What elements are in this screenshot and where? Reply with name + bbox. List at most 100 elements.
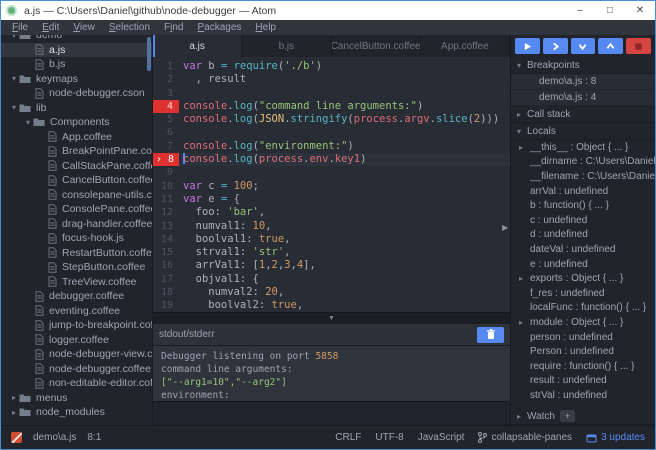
code-line[interactable]: 10 var c = 100; [153, 180, 510, 193]
code-line[interactable]: 17 objval1: { [153, 273, 510, 286]
add-watch-button[interactable]: + [559, 410, 575, 422]
code-line[interactable]: 14 boolval1: true, [153, 233, 510, 246]
code-line[interactable]: 15 strval1: 'str', [153, 246, 510, 259]
local-variable[interactable]: Person : undefined [511, 344, 655, 359]
menu-find[interactable]: Find [157, 22, 190, 33]
local-variable[interactable]: c : undefined [511, 213, 655, 228]
local-variable[interactable]: b : function() { ... } [511, 198, 655, 213]
tab-app-coffee[interactable]: App.coffee [420, 35, 510, 57]
local-variable[interactable]: ▸ exports : Object { ... } [511, 271, 655, 286]
tree-item[interactable]: b.js [1, 57, 152, 72]
clear-output-button[interactable] [477, 326, 504, 343]
tree-item[interactable]: logger.coffee [1, 333, 152, 348]
chevron-right-icon[interactable]: ▸ [519, 274, 529, 283]
tree-item[interactable]: StepButton.coffee [1, 260, 152, 275]
code-line[interactable]: 2 , result [153, 73, 510, 86]
step-out-button[interactable] [598, 38, 624, 54]
tree-item[interactable]: node-debugger-view.coffee [1, 347, 152, 362]
tree-item[interactable]: node-debugger.cson [1, 86, 152, 101]
menu-view[interactable]: View [66, 22, 102, 33]
local-variable[interactable]: d : undefined [511, 228, 655, 243]
local-variable[interactable]: arrVal : undefined [511, 184, 655, 199]
tree-item[interactable]: debugger.coffee [1, 289, 152, 304]
code-line[interactable]: 6 [153, 126, 510, 139]
code-line[interactable]: 5 console.log(JSON.stringify(process.argv… [153, 113, 510, 126]
debugger-status-icon[interactable] [11, 432, 22, 443]
maximize-button[interactable]: □ [595, 1, 625, 20]
breakpoint-item[interactable]: demo\a.js : 8 [511, 74, 655, 90]
menu-selection[interactable]: Selection [102, 22, 157, 33]
tree-item[interactable]: drag-handler.coffee [1, 217, 152, 232]
status-file-path[interactable]: demo\a.js [33, 432, 76, 443]
code-line[interactable]: 7 console.log("environment:") [153, 140, 510, 153]
panel-divider[interactable]: ▼ [153, 312, 510, 324]
status-updates[interactable]: 3 updates [586, 432, 645, 443]
tree-item[interactable]: focus-hook.js [1, 231, 152, 246]
menu-edit[interactable]: Edit [35, 22, 66, 33]
local-variable[interactable]: localFunc : function() { ... } [511, 301, 655, 316]
tree-item[interactable]: RestartButton.coffee [1, 246, 152, 261]
local-variable[interactable]: e : undefined [511, 257, 655, 272]
local-variable[interactable]: __dirname : C:\Users\Daniel\github\ [511, 155, 655, 170]
code-line[interactable]: 11 var e = { [153, 193, 510, 206]
tree-item[interactable]: BreakPointPane.coffee [1, 144, 152, 159]
code-line[interactable]: 16 arrVal1: [1,2,3,4], [153, 259, 510, 272]
output-input-area[interactable] [153, 401, 510, 425]
code-editor[interactable]: 1 var b = require('./b') 2 , result 3 4 conso… [153, 57, 510, 312]
code-line[interactable]: 9 [153, 166, 510, 179]
current-line-marker[interactable]: › 8 [153, 153, 179, 167]
code-line[interactable]: 13 numval1: 10, [153, 220, 510, 233]
chevron-right-icon[interactable]: ▸ [519, 318, 529, 327]
local-variable[interactable]: f_res : undefined [511, 286, 655, 301]
tab-cancelbutton-coffee[interactable]: CancelButton.coffee [331, 35, 421, 57]
status-branch[interactable]: collapsable-panes [478, 432, 572, 443]
section-locals[interactable]: ▾ Locals [511, 123, 655, 140]
status-language[interactable]: JavaScript [418, 432, 465, 443]
tree-scrollbar[interactable] [147, 37, 151, 71]
minimize-button[interactable]: – [565, 1, 595, 20]
tree-item[interactable]: consolepane-utils.coffee [1, 188, 152, 203]
breakpoint-marker[interactable]: 4 [153, 99, 179, 114]
code-line[interactable]: 12 foo: 'bar', [153, 206, 510, 219]
tree-item[interactable]: ▾ demo [1, 35, 152, 43]
code-line[interactable]: › 8 console.log(process.env.key1) [153, 153, 510, 167]
collapse-down-icon[interactable]: ▼ [328, 315, 335, 322]
tree-item[interactable]: CallStackPane.coffee [1, 159, 152, 174]
local-variable[interactable]: ▸ __this__ : Object { ... } [511, 140, 655, 155]
status-encoding[interactable]: UTF-8 [375, 432, 403, 443]
tree-item[interactable]: jump-to-breakpoint.coffee [1, 318, 152, 333]
code-line[interactable]: 18 numval2: 20, [153, 286, 510, 299]
tree-item[interactable]: ▸ menus [1, 391, 152, 406]
code-line[interactable]: 19 boolval2: true, [153, 299, 510, 312]
chevron-right-icon[interactable]: ▸ [519, 143, 529, 152]
tab-a-js[interactable]: a.js [153, 35, 243, 57]
tree-item[interactable]: TreeView.coffee [1, 275, 152, 290]
tree-item[interactable]: ▾ Components [1, 115, 152, 130]
continue-button[interactable] [515, 38, 540, 54]
menu-file[interactable]: File [5, 22, 35, 33]
local-variable[interactable]: result : undefined [511, 374, 655, 389]
code-line[interactable]: 1 var b = require('./b') [153, 60, 510, 73]
breakpoint-item[interactable]: demo\a.js : 4 [511, 90, 655, 106]
tree-item[interactable]: ▾ lib [1, 101, 152, 116]
local-variable[interactable]: person : undefined [511, 330, 655, 345]
tree-item[interactable]: ▾ keymaps [1, 72, 152, 87]
local-variable[interactable]: ▸ module : Object { ... } [511, 315, 655, 330]
collapse-right-icon[interactable]: ▶ [502, 223, 508, 232]
tree-item[interactable]: non-editable-editor.coffee [1, 376, 152, 391]
tree-item[interactable]: CancelButton.coffee [1, 173, 152, 188]
step-over-button[interactable] [542, 38, 568, 54]
tree-item[interactable]: eventing.coffee [1, 304, 152, 319]
close-button[interactable]: ✕ [625, 1, 655, 20]
tree-item[interactable]: a.js [1, 42, 152, 57]
section-watch[interactable]: ▸ Watch + [511, 408, 655, 425]
tree-item[interactable]: ▸ node_modules [1, 405, 152, 420]
tab-b-js[interactable]: b.js [242, 35, 332, 57]
stop-button[interactable] [626, 38, 651, 54]
local-variable[interactable]: __filename : C:\Users\Daniel\github [511, 169, 655, 184]
code-line[interactable]: 4 console.log("command line arguments:") [153, 99, 510, 114]
section-call-stack[interactable]: ▸ Call stack [511, 106, 655, 123]
local-variable[interactable]: require : function() { ... } [511, 359, 655, 374]
status-line-ending[interactable]: CRLF [335, 432, 361, 443]
section-breakpoints[interactable]: ▾ Breakpoints [511, 57, 655, 74]
